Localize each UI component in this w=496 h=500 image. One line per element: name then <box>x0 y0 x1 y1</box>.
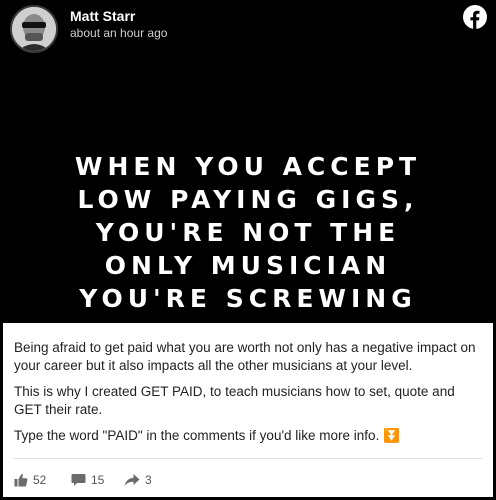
avatar[interactable] <box>10 5 58 53</box>
share-count: 3 <box>145 473 152 487</box>
post-timestamp[interactable]: about an hour ago <box>70 26 167 40</box>
quote-line: WHEN YOU ACCEPT <box>74 152 422 181</box>
thumbs-up-icon <box>14 474 28 487</box>
author-name[interactable]: Matt Starr <box>70 8 135 24</box>
quote-line: YOU'RE NOT THE <box>95 218 401 247</box>
quote-line: ONLY MUSICIAN <box>104 251 392 280</box>
facebook-post-card: Matt Starr about an hour ago WHEN YOU AC… <box>0 0 496 500</box>
post-body-paragraph: This is why I created GET PAID, to teach… <box>14 384 455 417</box>
quote-line: YOU'RE SCREWING <box>79 284 417 313</box>
post-body-paragraph: Type the word "PAID" in the comments if … <box>14 428 400 443</box>
avatar-photo <box>12 7 56 51</box>
share-arrow-icon <box>124 474 140 486</box>
comment-bubble-icon <box>71 474 86 486</box>
post-header: Matt Starr about an hour ago <box>0 0 496 56</box>
post-text-panel: Being afraid to get paid what you are wo… <box>3 323 493 497</box>
like-count: 52 <box>33 473 47 487</box>
post-body-paragraph: Being afraid to get paid what you are wo… <box>14 340 476 373</box>
like-button[interactable]: 52 <box>14 470 46 490</box>
comment-button[interactable]: 15 <box>71 470 104 490</box>
facebook-icon[interactable] <box>463 5 487 30</box>
post-image-quote: WHEN YOU ACCEPT LOW PAYING GIGS, YOU'RE … <box>0 150 496 315</box>
share-button[interactable]: 3 <box>124 470 152 490</box>
comment-count: 15 <box>91 473 105 487</box>
divider <box>14 458 482 459</box>
quote-line: LOW PAYING GIGS, <box>77 185 419 214</box>
